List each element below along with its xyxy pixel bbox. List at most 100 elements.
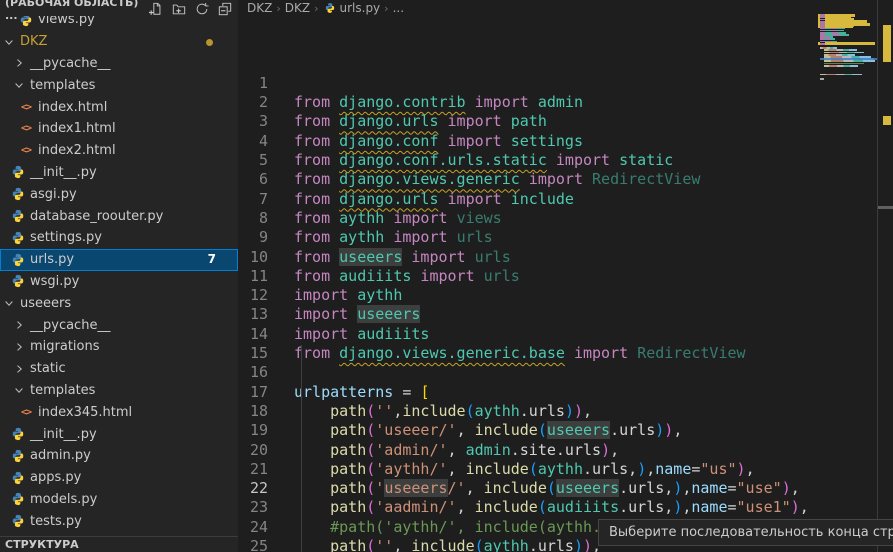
code-line-6[interactable]: 6from django.views.generic import Redire…: [238, 170, 820, 189]
html-icon: <>: [19, 145, 33, 156]
code-line-23[interactable]: 23 path('aadmin/', include(audiiits.urls…: [238, 498, 820, 517]
line-content: from aythh import urls: [294, 228, 820, 247]
tree-item--init-py[interactable]: __init__.py: [0, 423, 238, 445]
line-number: 5: [238, 151, 294, 170]
chevron-right-icon: [13, 57, 25, 69]
tree-item--init-py[interactable]: __init__.py: [0, 162, 238, 184]
minimap-warning-mark: [825, 42, 875, 45]
code-line-9[interactable]: 9from aythh import urls: [238, 228, 820, 247]
tree-item--pycache-[interactable]: __pycache__: [0, 53, 238, 75]
code-line-14[interactable]: 14import audiiits: [238, 325, 820, 344]
code-line-18[interactable]: 18 path('',include(aythh.urls)),: [238, 402, 820, 421]
code-line-13[interactable]: 13import useeers: [238, 305, 820, 324]
tree-item-index1-html[interactable]: <>index1.html: [0, 118, 238, 140]
code-line-22[interactable]: 22 path('useeers/', include(useeers.urls…: [238, 479, 820, 498]
refresh-icon[interactable]: [195, 2, 209, 16]
tree-item-asgi-py[interactable]: asgi.py: [0, 183, 238, 205]
tree-item-label: settings.py: [30, 230, 102, 245]
tree-item-label: index1.html: [38, 121, 116, 136]
breadcrumb-separator: ›: [314, 2, 318, 15]
explorer-header: (РАБОЧАЯ ОБЛАСТЬ) ...: [0, 0, 238, 16]
line-number: 13: [238, 305, 294, 324]
breadcrumb-item[interactable]: DKZ: [247, 1, 272, 15]
tree-item-label: index.html: [38, 100, 107, 115]
tree-item-admin-py[interactable]: admin.py: [0, 445, 238, 467]
chevron-down-icon: [13, 79, 25, 91]
new-file-icon[interactable]: [149, 2, 163, 16]
line-content: from django.views.generic.base import Re…: [294, 344, 820, 363]
line-number: 15: [238, 344, 294, 363]
chevron-down-icon: [13, 384, 25, 396]
tree-item-templates[interactable]: templates: [0, 74, 238, 96]
line-number: 7: [238, 190, 294, 209]
line-number: 25: [238, 537, 294, 552]
python-icon: [11, 187, 25, 201]
python-icon: [11, 209, 25, 223]
code-line-4[interactable]: 4from django.conf import settings: [238, 132, 820, 151]
outline-section-header[interactable]: СТРУКТУРА: [0, 536, 238, 552]
minimap[interactable]: [820, 0, 877, 552]
new-folder-icon[interactable]: [172, 2, 186, 16]
tree-item-label: index345.html: [38, 405, 132, 420]
code-line-5[interactable]: 5from django.conf.urls.static import sta…: [238, 151, 820, 170]
code-line-1[interactable]: 1: [238, 74, 820, 93]
tree-item-index2-html[interactable]: <>index2.html: [0, 140, 238, 162]
tree-item-useeers[interactable]: useeers: [0, 292, 238, 314]
tree-item-label: useeers: [20, 296, 71, 311]
code-line-7[interactable]: 7from django.urls import include: [238, 190, 820, 209]
indent-guide: [301, 345, 302, 552]
tree-item-static[interactable]: static: [0, 358, 238, 380]
html-icon: <>: [19, 102, 33, 113]
tree-item-apps-py[interactable]: apps.py: [0, 467, 238, 489]
minimap-line: [820, 78, 824, 80]
line-number: 9: [238, 228, 294, 247]
line-number: 4: [238, 132, 294, 151]
tree-item-index345-html[interactable]: <>index345.html: [0, 401, 238, 423]
code-line-3[interactable]: 3from django.urls import path: [238, 112, 820, 131]
tree-item-label: __pycache__: [30, 56, 110, 71]
code-line-2[interactable]: 2from django.contrib import admin: [238, 93, 820, 112]
tree-item-label: models.py: [30, 492, 97, 507]
code-line-12[interactable]: 12import aythh: [238, 286, 820, 305]
tree-item-label: asgi.py: [30, 187, 77, 202]
python-icon: [11, 253, 25, 267]
code-line-21[interactable]: 21 path('aythh/', include(aythh.urls,),n…: [238, 460, 820, 479]
code-editor[interactable]: 12from django.contrib import admin3from …: [238, 16, 820, 552]
tree-item-urls-py[interactable]: urls.py7: [0, 249, 238, 271]
code-line-19[interactable]: 19 path('useeer/', include(useeers.urls)…: [238, 421, 820, 440]
line-number: 20: [238, 441, 294, 460]
code-line-17[interactable]: 17urlpatterns = [: [238, 383, 820, 402]
python-icon: [11, 449, 25, 463]
line-number: 2: [238, 93, 294, 112]
explorer-actions: [149, 2, 232, 16]
breadcrumb-item[interactable]: DKZ: [285, 1, 310, 15]
tree-item-dkz[interactable]: DKZ: [0, 31, 238, 53]
tree-item-migrations[interactable]: migrations: [0, 336, 238, 358]
collapse-all-icon[interactable]: [218, 2, 232, 16]
tree-item-tests-py[interactable]: tests.py: [0, 510, 238, 532]
minimap-gutter-warning: [818, 25, 820, 28]
ruler-mark: [883, 116, 891, 125]
tree-item-templates[interactable]: templates: [0, 380, 238, 402]
line-content: path('aadmin/', include(audiiits.urls,),…: [294, 498, 820, 517]
tree-item-index-html[interactable]: <> index.html: [0, 96, 238, 118]
code-line-10[interactable]: 10from useeers import urls: [238, 248, 820, 267]
code-line-20[interactable]: 20 path('admin/', admin.site.urls),: [238, 441, 820, 460]
chevron-right-icon: [13, 341, 25, 353]
breadcrumb-item[interactable]: ...: [393, 1, 404, 15]
tree-item-wsgi-py[interactable]: wsgi.py: [0, 271, 238, 293]
code-line-11[interactable]: 11from audiiits import urls: [238, 267, 820, 286]
tree-item-label: static: [30, 361, 66, 376]
code-line-15[interactable]: 15from django.views.generic.base import …: [238, 344, 820, 363]
code-line-8[interactable]: 8from aythh import views: [238, 209, 820, 228]
breadcrumb-separator: ›: [276, 2, 280, 15]
tree-item-settings-py[interactable]: settings.py: [0, 227, 238, 249]
tree-item-database-roouter-py[interactable]: database_roouter.py: [0, 205, 238, 227]
overview-ruler[interactable]: [877, 0, 893, 552]
line-content: from useeers import urls: [294, 248, 820, 267]
tree-item-models-py[interactable]: models.py: [0, 489, 238, 511]
tree-item--pycache-[interactable]: __pycache__: [0, 314, 238, 336]
code-line-16[interactable]: 16: [238, 363, 820, 382]
line-number: 22: [238, 479, 294, 498]
breadcrumb-item[interactable]: urls.py: [323, 1, 381, 15]
